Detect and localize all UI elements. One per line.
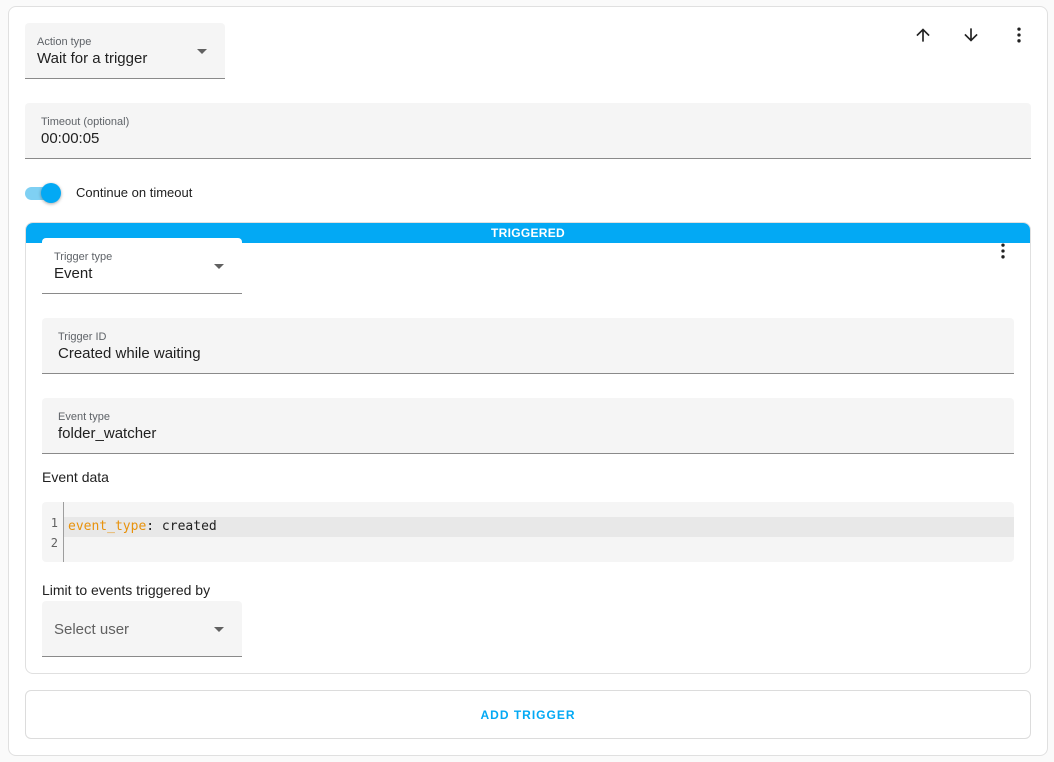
move-up-button[interactable]: [908, 20, 938, 50]
event-type-label: Event type: [58, 411, 110, 423]
more-vert-icon: [1001, 243, 1005, 259]
trigger-menu-button[interactable]: [988, 236, 1018, 266]
trigger-type-value: Event: [54, 265, 93, 282]
arrow-down-icon: [964, 28, 978, 42]
caret-down-icon: [197, 49, 207, 54]
event-data-label: Event data: [42, 469, 109, 485]
continue-on-timeout-toggle[interactable]: [25, 183, 63, 203]
code-line[interactable]: [64, 537, 1014, 557]
timeout-field[interactable]: Timeout (optional) 00:00:05: [25, 103, 1031, 159]
timeout-value: 00:00:05: [41, 130, 100, 147]
trigger-id-value: Created while waiting: [58, 345, 201, 362]
event-data-editor[interactable]: 1 2 event_type: created: [42, 502, 1014, 562]
arrow-up-icon: [916, 28, 930, 42]
caret-down-icon: [214, 264, 224, 269]
line-number: 2: [50, 536, 58, 550]
action-type-select[interactable]: Action type Wait for a trigger: [25, 23, 225, 79]
code-gutter: 1 2: [42, 502, 64, 562]
limit-users-label: Limit to events triggered by: [42, 582, 211, 598]
trigger-type-label: Trigger type: [54, 251, 113, 263]
yaml-separator: :: [146, 519, 155, 534]
timeout-label: Timeout (optional): [41, 116, 130, 128]
event-type-field[interactable]: Event type folder_watcher: [42, 398, 1014, 454]
trigger-id-label: Trigger ID: [58, 331, 107, 343]
trigger-card: TRIGGERED Trigger type Event Trigger ID …: [25, 222, 1031, 674]
event-type-value: folder_watcher: [58, 425, 157, 442]
action-type-label: Action type: [37, 36, 92, 48]
select-user-placeholder: Select user: [54, 621, 130, 638]
yaml-key: event_type: [68, 519, 147, 534]
yaml-value: created: [154, 519, 217, 534]
wait-for-trigger-action-card: Action type Wait for a trigger Timeout (…: [8, 6, 1048, 756]
toggle-thumb: [41, 183, 61, 203]
trigger-type-select[interactable]: Trigger type Event: [42, 238, 242, 294]
action-type-value: Wait for a trigger: [37, 50, 148, 67]
caret-down-icon: [214, 627, 224, 632]
select-user-dropdown[interactable]: Select user: [42, 601, 242, 657]
move-down-button[interactable]: [956, 20, 986, 50]
line-number: 1: [50, 516, 58, 530]
action-menu-button[interactable]: [1004, 20, 1034, 50]
continue-on-timeout-label: Continue on timeout: [76, 185, 193, 200]
code-line[interactable]: event_type: created: [64, 517, 1014, 537]
more-vert-icon: [1017, 27, 1021, 43]
add-trigger-button[interactable]: ADD TRIGGER: [25, 690, 1031, 739]
trigger-id-field[interactable]: Trigger ID Created while waiting: [42, 318, 1014, 374]
